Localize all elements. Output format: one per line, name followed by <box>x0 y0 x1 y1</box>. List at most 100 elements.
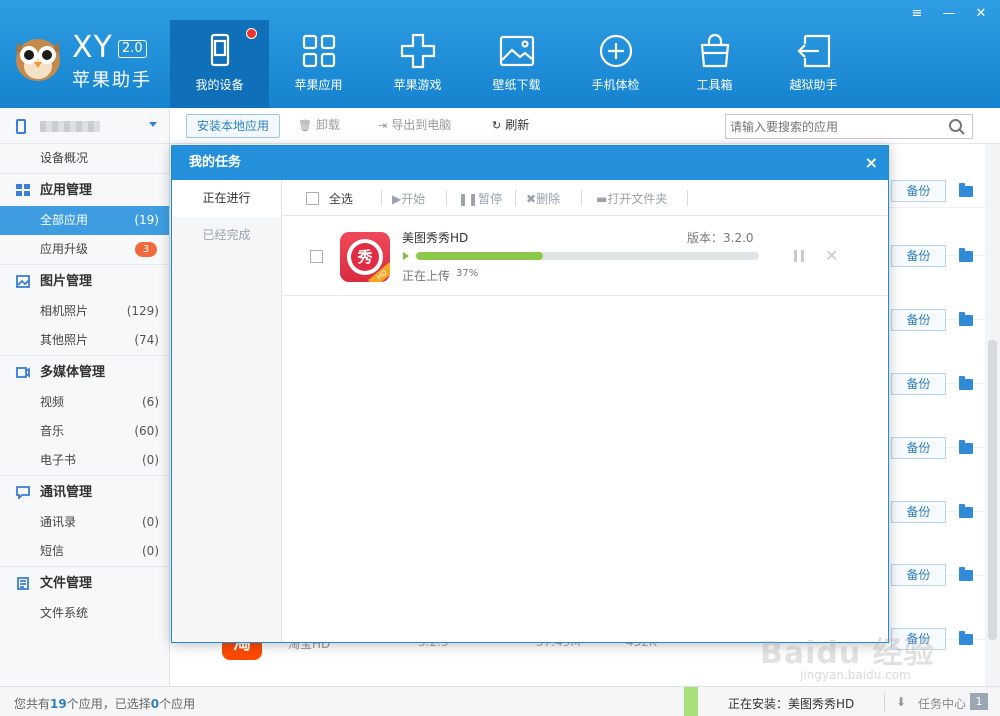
sidebar-item-music[interactable]: 音乐 (60) <box>0 417 169 446</box>
sidebar-item-app-upgrade[interactable]: 应用升级 3 <box>0 235 169 264</box>
bag-icon <box>700 33 730 68</box>
close-window-button[interactable]: ✕ <box>968 4 994 24</box>
sidebar-item-count: (19) <box>134 213 159 227</box>
sidebar-item-video[interactable]: 视频 (6) <box>0 388 169 417</box>
main-nav: 我的设备 苹果应用 苹果游戏 壁纸下载 手机体检 工具箱 越狱助手 <box>170 20 863 108</box>
nav-my-device[interactable]: 我的设备 <box>170 20 269 108</box>
nav-jailbreak[interactable]: 越狱助手 <box>764 20 863 108</box>
brand-version: 2.0 <box>118 40 147 58</box>
summary-mid: 个应用，已选择 <box>66 697 151 711</box>
sidebar-section-picture-management[interactable]: 图片管理 <box>0 264 169 297</box>
task-percent: 37% <box>456 268 479 279</box>
nav-label: 壁纸下载 <box>492 78 541 92</box>
select-all-checkbox[interactable]: 全选 <box>306 190 353 207</box>
delete-label: 删除 <box>536 192 561 206</box>
nav-phone-checkup[interactable]: 手机体检 <box>566 20 665 108</box>
sidebar-section-file-management[interactable]: 文件管理 <box>0 566 169 599</box>
pause-icon: ❚❚ <box>458 192 479 206</box>
baidu-watermark: Baidu 经验 <box>760 636 935 671</box>
image-icon <box>499 35 535 67</box>
sidebar-section-app-management[interactable]: 应用管理 <box>0 173 169 206</box>
device-name-blurred <box>40 121 100 132</box>
sidebar-item-label: 相机照片 <box>40 304 89 318</box>
chevron-down-icon[interactable] <box>149 122 157 127</box>
pause-label: 暂停 <box>478 192 503 206</box>
sidebar-item-contacts[interactable]: 通讯录 (0) <box>0 508 169 537</box>
download-arrow-icon: ⬇ <box>896 695 907 709</box>
nav-label: 越狱助手 <box>789 78 838 92</box>
sidebar-item-other-photos[interactable]: 其他照片 (74) <box>0 326 169 355</box>
open-folder-button[interactable]: ▬打开文件夹 <box>596 190 667 207</box>
sidebar-item-label: 应用升级 <box>40 242 89 256</box>
start-button[interactable]: ▶开始 <box>392 190 425 207</box>
task-cancel-icon[interactable]: ✕ <box>825 246 838 265</box>
search-input[interactable] <box>726 115 936 138</box>
install-local-app-button[interactable]: 安装本地应用 <box>186 114 281 138</box>
scrollbar-thumb[interactable] <box>988 340 997 640</box>
sidebar-section-media-management[interactable]: 多媒体管理 <box>0 355 169 388</box>
sidebar-item-label: 音乐 <box>40 424 65 438</box>
delete-button[interactable]: ✖删除 <box>526 190 560 207</box>
sidebar-section-title: 多媒体管理 <box>40 365 106 380</box>
task-toolbar: 全选 ▶开始 ❚❚暂停 ✖删除 ▬打开文件夹 <box>282 180 888 216</box>
sidebar-section-title: 文件管理 <box>40 576 93 591</box>
nav-label: 手机体检 <box>591 78 640 92</box>
list-scrollbar[interactable] <box>985 144 1000 686</box>
minimize-button[interactable]: — <box>936 4 962 24</box>
sidebar-item-count: (60) <box>134 424 159 438</box>
nav-wallpaper[interactable]: 壁纸下载 <box>467 20 566 108</box>
sidebar-item-label: 全部应用 <box>40 213 89 227</box>
toolbar-divider <box>581 190 582 206</box>
toolbar-divider <box>381 190 382 206</box>
pause-button[interactable]: ❚❚暂停 <box>458 190 502 207</box>
apps-icon <box>16 184 30 196</box>
status-bar: 您共有19个应用，已选择0个应用 正在安装：美图秀秀HD ⬇ 任务中心 1 <box>0 686 1000 716</box>
device-selector[interactable] <box>0 108 169 144</box>
nav-apple-apps[interactable]: 苹果应用 <box>269 20 368 108</box>
task-center-button[interactable]: 任务中心 <box>918 695 966 712</box>
refresh-label: 刷新 <box>505 118 530 132</box>
export-to-pc-button[interactable]: ⇥ 导出到电脑 <box>372 114 457 138</box>
window-controls: ≡ — ✕ <box>904 4 994 24</box>
uninstall-button[interactable]: 🗑 卸载 <box>292 114 346 138</box>
baidu-watermark-url: jingyan.baidu.com <box>800 668 911 682</box>
sidebar-section-title: 通讯管理 <box>40 485 93 500</box>
search-icon[interactable] <box>948 118 966 136</box>
tab-in-progress[interactable]: 正在进行 <box>172 180 281 217</box>
notification-dot <box>246 28 257 39</box>
sidebar-item-count: (0) <box>142 453 159 467</box>
sidebar-item-file-system[interactable]: 文件系统 <box>0 599 169 628</box>
sidebar: 设备概况 应用管理 全部应用 (19) 应用升级 3 图片管理 相机照片 (12… <box>0 108 170 686</box>
search-box <box>725 114 973 139</box>
task-row: 秀 HD 美图秀秀HD 版本：3.2.0 正在上传 37% ✕ <box>282 216 888 296</box>
sidebar-item-count: (74) <box>134 333 159 347</box>
nav-toolbox[interactable]: 工具箱 <box>665 20 764 108</box>
app-header: XY 2.0 苹果助手 我的设备 苹果应用 苹果游戏 壁纸下载 手机体检 工具箱… <box>0 0 1000 108</box>
sidebar-item-camera-photos[interactable]: 相机照片 (129) <box>0 297 169 326</box>
apps-grid-icon <box>302 34 336 68</box>
sidebar-item-all-apps[interactable]: 全部应用 (19) <box>0 206 169 235</box>
sidebar-item-sms[interactable]: 短信 (0) <box>0 537 169 566</box>
nav-apple-games[interactable]: 苹果游戏 <box>368 20 467 108</box>
play-status-icon <box>403 252 409 260</box>
sidebar-section-title: 应用管理 <box>40 183 93 198</box>
dialog-title: 我的任务 <box>189 155 242 170</box>
task-pause-icon[interactable] <box>794 250 804 262</box>
dialog-titlebar: 我的任务 × <box>172 146 888 180</box>
task-checkbox[interactable] <box>310 250 323 263</box>
toolbar-divider <box>446 190 447 206</box>
toolbar-divider <box>515 190 516 206</box>
sidebar-section-contacts-management[interactable]: 通讯管理 <box>0 475 169 508</box>
close-icon[interactable]: × <box>865 146 878 180</box>
checkbox[interactable] <box>306 192 319 205</box>
summary-prefix: 您共有 <box>14 697 51 711</box>
sidebar-item-label: 设备概况 <box>40 151 89 165</box>
sidebar-item-ebook[interactable]: 电子书 (0) <box>0 446 169 475</box>
my-tasks-dialog: 我的任务 × 正在进行 已经完成 全选 ▶开始 ❚❚暂停 ✖删除 ▬打开文件夹 … <box>171 145 889 643</box>
sidebar-item-label: 视频 <box>40 395 65 409</box>
sidebar-item-device-overview[interactable]: 设备概况 <box>0 144 169 173</box>
menu-button[interactable]: ≡ <box>904 4 930 24</box>
refresh-button[interactable]: ↻ 刷新 <box>486 114 535 138</box>
task-count-badge: 1 <box>970 693 988 710</box>
tab-completed[interactable]: 已经完成 <box>172 217 281 254</box>
